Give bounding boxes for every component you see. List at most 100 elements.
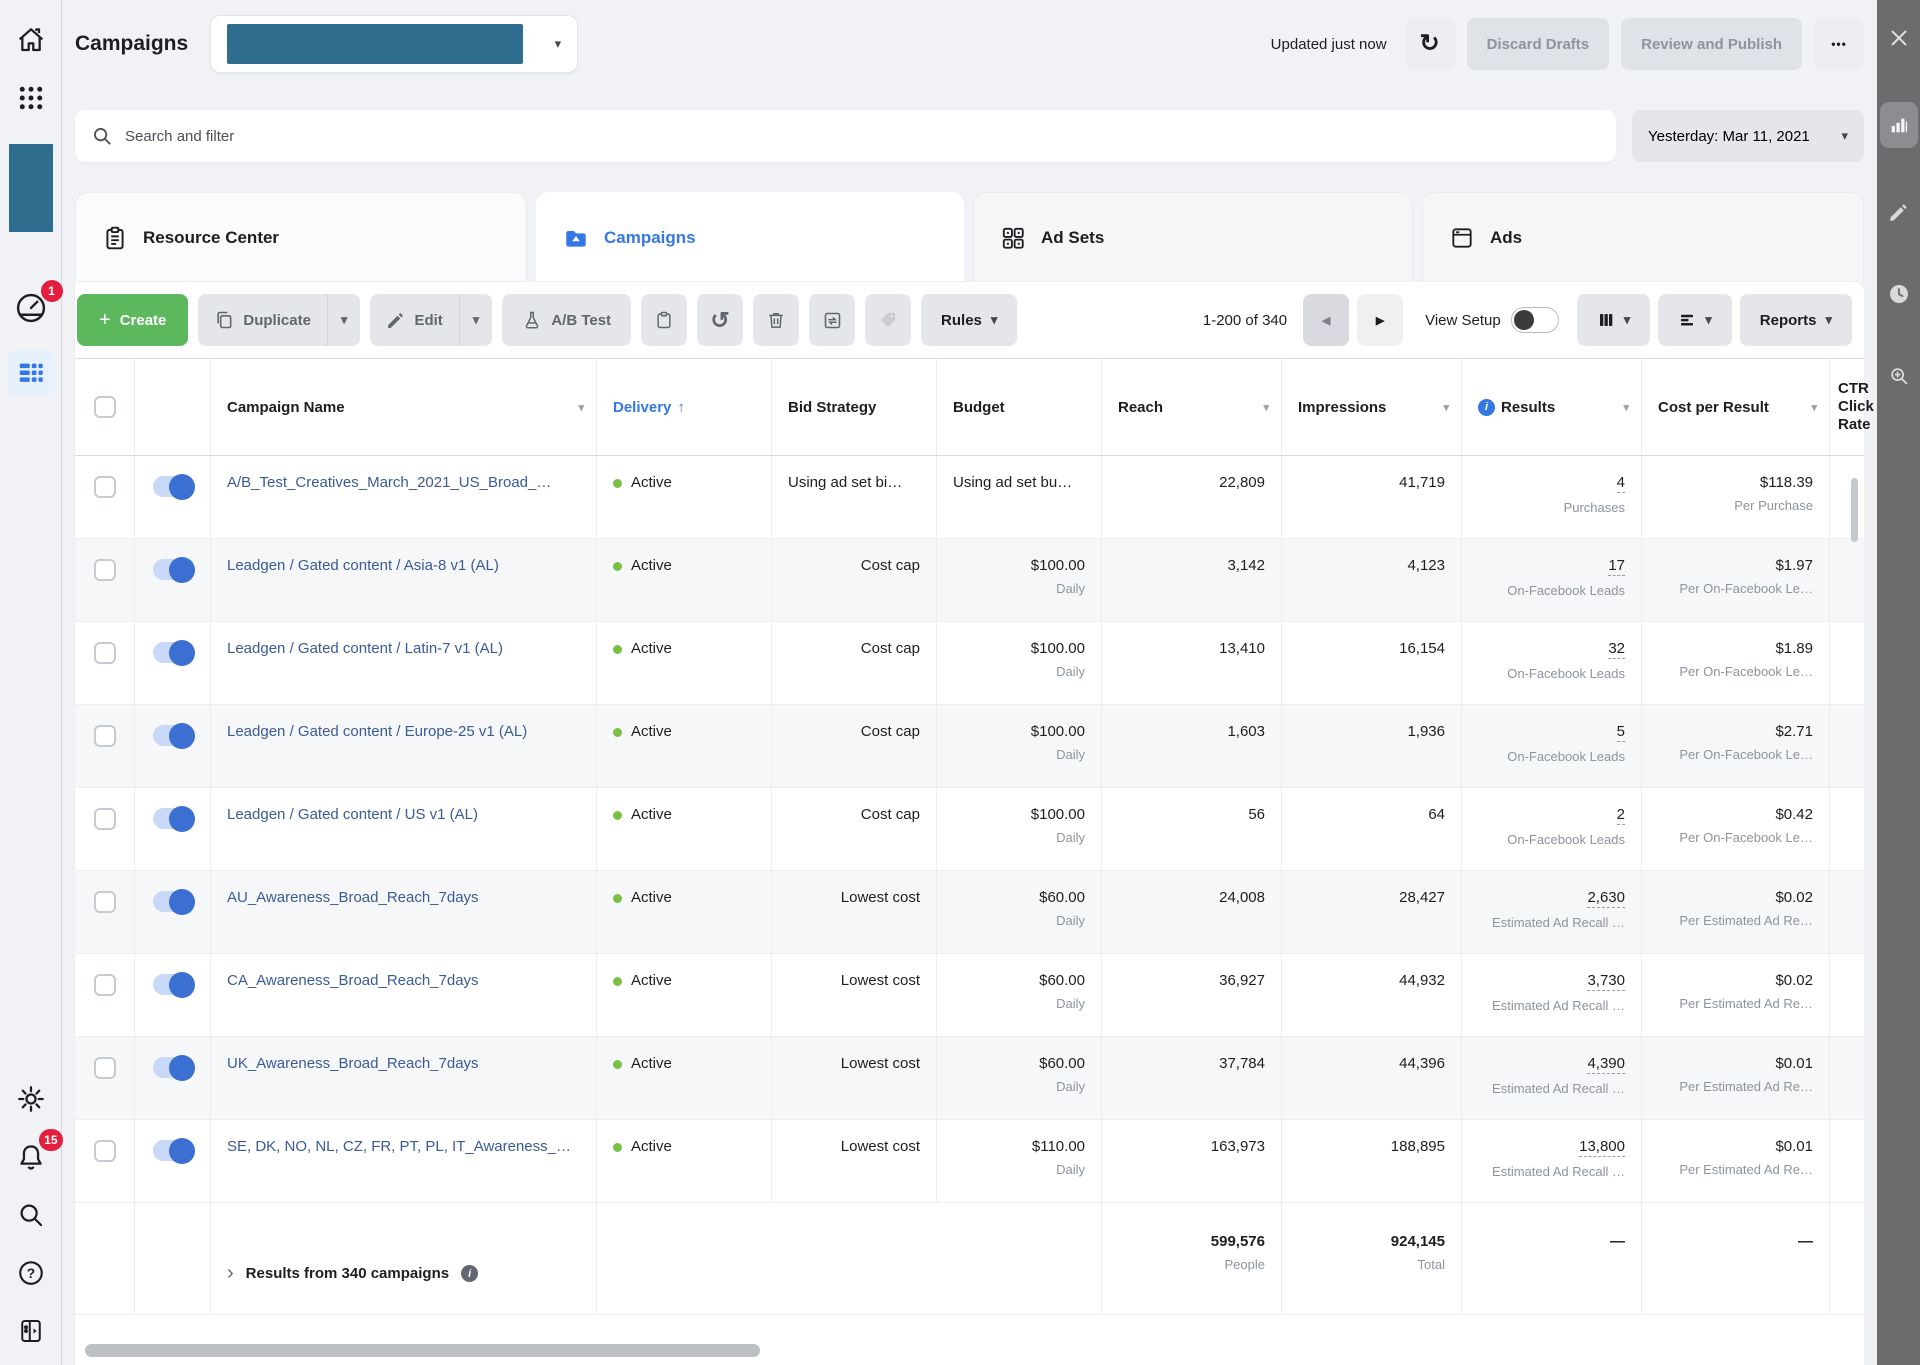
search-input[interactable] [125,127,1600,145]
column-header-reach[interactable]: Reach ▾ [1102,359,1282,455]
results-value[interactable]: 13,800 [1579,1138,1625,1157]
campaign-name-link[interactable]: UK_Awareness_Broad_Reach_7days [227,1055,580,1072]
next-page-button[interactable]: ▶ [1357,294,1404,346]
campaigns-table-icon-selected[interactable] [6,350,55,396]
sort-caret-icon[interactable]: ▾ [1623,401,1629,414]
campaign-active-toggle[interactable] [152,1054,195,1081]
select-all-checkbox[interactable] [93,396,116,418]
column-header-budget[interactable]: Budget [937,359,1102,455]
campaign-active-toggle[interactable] [152,805,195,832]
view-setup-toggle[interactable] [1510,307,1559,333]
campaign-name-link[interactable]: CA_Awareness_Broad_Reach_7days [227,972,580,989]
tab-ad-sets[interactable]: Ad Sets [973,192,1413,282]
results-value[interactable]: 3,730 [1587,972,1625,991]
sort-caret-icon[interactable]: ▾ [1811,401,1817,414]
apps-grid-icon[interactable] [9,78,53,118]
sort-caret-icon[interactable]: ▾ [578,401,584,414]
row-checkbox[interactable] [93,1057,116,1079]
breakdown-button[interactable]: ▾ [1658,294,1732,346]
column-header-campaign-name[interactable]: Campaign Name ▾ [211,359,597,455]
campaign-name-link[interactable]: Leadgen / Gated content / Asia-8 v1 (AL) [227,557,580,574]
help-icon[interactable]: ? [9,1253,53,1293]
edit-caret-button[interactable]: ▾ [458,294,493,346]
create-button[interactable]: + Create [77,294,189,346]
home-icon[interactable] [9,20,53,60]
row-checkbox[interactable] [93,974,116,996]
rules-button[interactable]: Rules ▾ [921,294,1018,346]
row-checkbox[interactable] [93,1140,116,1162]
horizontal-scrollbar[interactable] [85,1344,760,1357]
close-icon[interactable] [1881,20,1917,56]
collapse-sidebar-icon[interactable] [9,1311,53,1351]
results-value[interactable]: 32 [1608,640,1625,659]
campaign-active-toggle[interactable] [152,556,195,583]
campaign-active-toggle[interactable] [152,639,195,666]
tag-button[interactable] [865,294,912,346]
notifications-bell-icon[interactable]: 15 [9,1129,63,1177]
campaign-active-toggle[interactable] [152,888,195,915]
account-dropdown[interactable]: ▾ [210,15,579,73]
results-value[interactable]: 4,390 [1587,1055,1625,1074]
edit-pencil-icon[interactable] [1881,194,1917,230]
vertical-scrollbar[interactable] [1851,478,1858,542]
date-range-selector[interactable]: Yesterday: Mar 11, 2021 ▾ [1632,110,1864,162]
history-clock-icon[interactable] [1881,276,1917,312]
campaign-active-toggle[interactable] [152,473,195,500]
undo-button[interactable]: ↺ [697,294,744,346]
business-avatar[interactable] [8,144,53,232]
row-checkbox[interactable] [93,559,116,581]
campaign-active-toggle[interactable] [152,971,195,998]
performance-chart-icon[interactable] [1879,102,1918,148]
column-header-impressions[interactable]: Impressions ▾ [1282,359,1462,455]
campaign-name-link[interactable]: SE, DK, NO, NL, CZ, FR, PT, PL, IT_Aware… [227,1138,580,1155]
expand-chevron-icon[interactable]: › [227,1262,234,1285]
column-header-bid-strategy[interactable]: Bid Strategy [772,359,937,455]
info-icon[interactable]: i [461,1265,479,1282]
row-checkbox[interactable] [93,891,116,913]
campaign-name-link[interactable]: A/B_Test_Creatives_March_2021_US_Broad_… [227,474,580,491]
column-header-results[interactable]: i Results ▾ [1462,359,1642,455]
delete-button[interactable] [753,294,800,346]
campaign-name-link[interactable]: Leadgen / Gated content / US v1 (AL) [227,806,580,823]
campaign-active-toggle[interactable] [152,1137,195,1164]
column-header-cost-per-result[interactable]: Cost per Result ▾ [1642,359,1830,455]
ads-reporting-icon[interactable]: 1 [9,280,63,328]
discard-drafts-button[interactable]: Discard Drafts [1466,18,1610,70]
tab-campaigns[interactable]: Campaigns [536,192,964,282]
search-sidebar-icon[interactable] [9,1195,53,1235]
info-icon[interactable]: i [1478,398,1495,416]
row-checkbox[interactable] [93,808,116,830]
row-checkbox[interactable] [93,725,116,747]
reports-button[interactable]: Reports ▾ [1739,294,1852,346]
campaign-name-link[interactable]: Leadgen / Gated content / Latin-7 v1 (AL… [227,640,580,657]
tab-resource-center[interactable]: Resource Center [75,192,527,282]
more-options-button[interactable]: ••• [1814,18,1864,70]
tab-ads[interactable]: Ads [1422,192,1864,282]
ab-test-button[interactable]: A/B Test [502,294,632,346]
campaign-active-toggle[interactable] [152,722,195,749]
settings-gear-icon[interactable] [9,1079,53,1119]
row-checkbox[interactable] [93,476,116,498]
columns-button[interactable]: ▾ [1576,294,1651,346]
sort-caret-icon[interactable]: ▾ [1263,401,1269,414]
duplicate-caret-button[interactable]: ▾ [326,294,361,346]
results-value[interactable]: 2 [1616,806,1625,825]
export-button[interactable] [809,294,856,346]
results-value[interactable]: 4 [1616,474,1625,493]
column-header-delivery[interactable]: Delivery ↑ [597,359,772,455]
results-value[interactable]: 5 [1616,723,1625,742]
inspect-magnifier-icon[interactable] [1881,358,1917,394]
edit-button[interactable]: Edit [370,294,458,346]
search-box[interactable] [75,110,1616,162]
campaign-name-link[interactable]: AU_Awareness_Broad_Reach_7days [227,889,580,906]
pin-clipboard-button[interactable] [641,294,688,346]
sort-caret-icon[interactable]: ▾ [1443,401,1449,414]
row-checkbox[interactable] [93,642,116,664]
campaign-name-link[interactable]: Leadgen / Gated content / Europe-25 v1 (… [227,723,580,740]
results-value[interactable]: 17 [1608,557,1625,576]
results-value[interactable]: 2,630 [1587,889,1625,908]
review-and-publish-button[interactable]: Review and Publish [1621,18,1802,70]
refresh-button[interactable]: ↻ [1404,18,1455,70]
column-header-ctr[interactable]: CTR Click Rate [1830,359,1874,455]
previous-page-button[interactable]: ◀ [1303,294,1350,346]
